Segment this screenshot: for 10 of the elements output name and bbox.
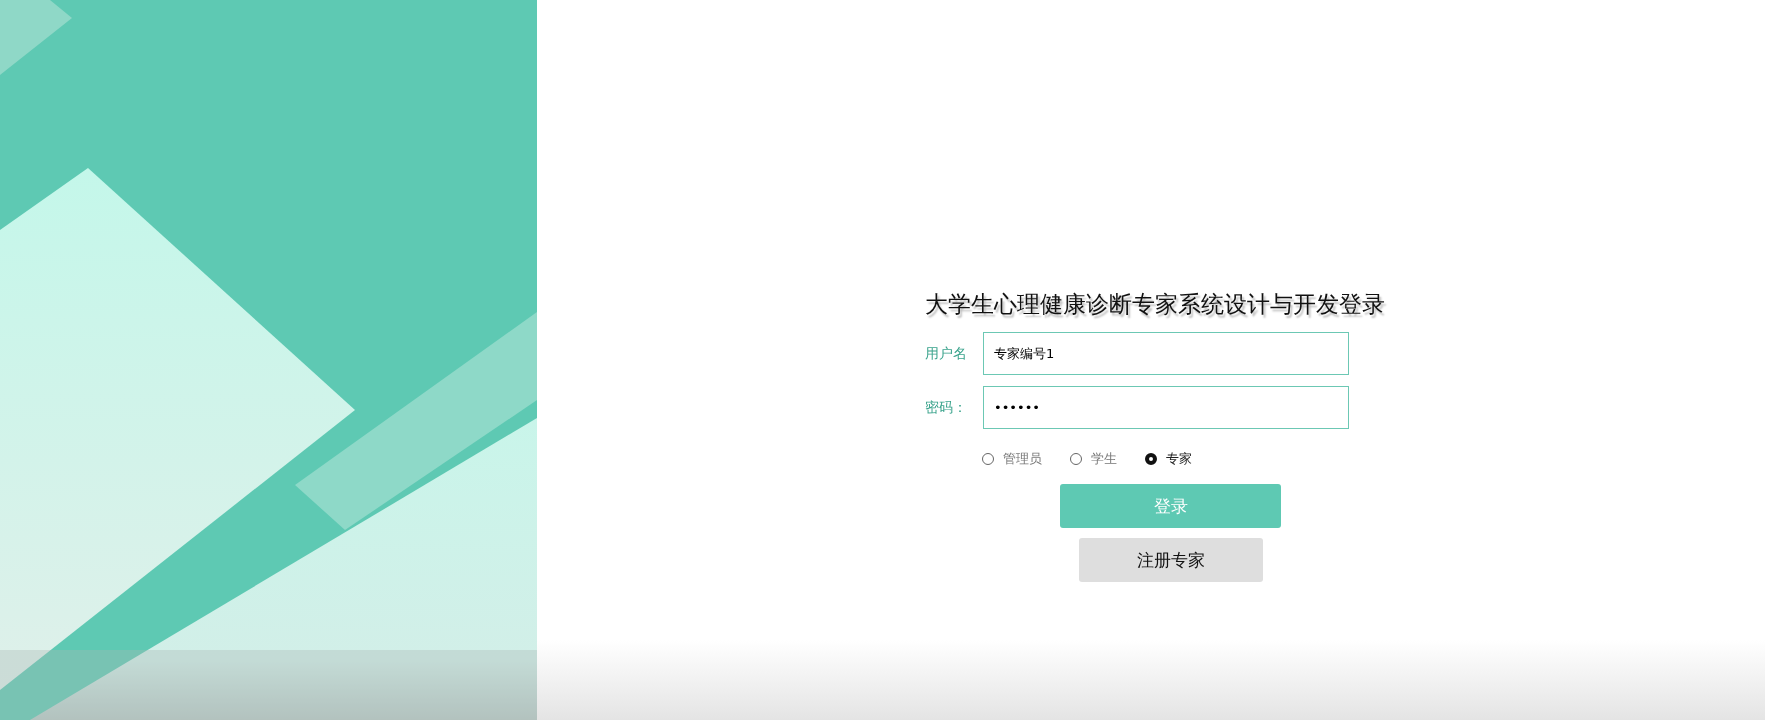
radio-icon[interactable] bbox=[1145, 453, 1157, 465]
radio-option[interactable]: 管理员 bbox=[982, 450, 1042, 468]
field-label: 用户名 bbox=[925, 344, 968, 363]
radio-option[interactable]: 专家 bbox=[1145, 450, 1192, 468]
field-label: 密码： bbox=[925, 398, 968, 417]
page-title: 大学生心理健康诊断专家系统设计与开发登录 bbox=[925, 290, 1386, 319]
input-field[interactable]: 专家编号1 bbox=[983, 332, 1349, 375]
radio-option[interactable]: 学生 bbox=[1070, 450, 1117, 468]
register-button[interactable]: 注册专家 bbox=[1079, 538, 1263, 582]
input-field[interactable]: •••••• bbox=[983, 386, 1349, 429]
